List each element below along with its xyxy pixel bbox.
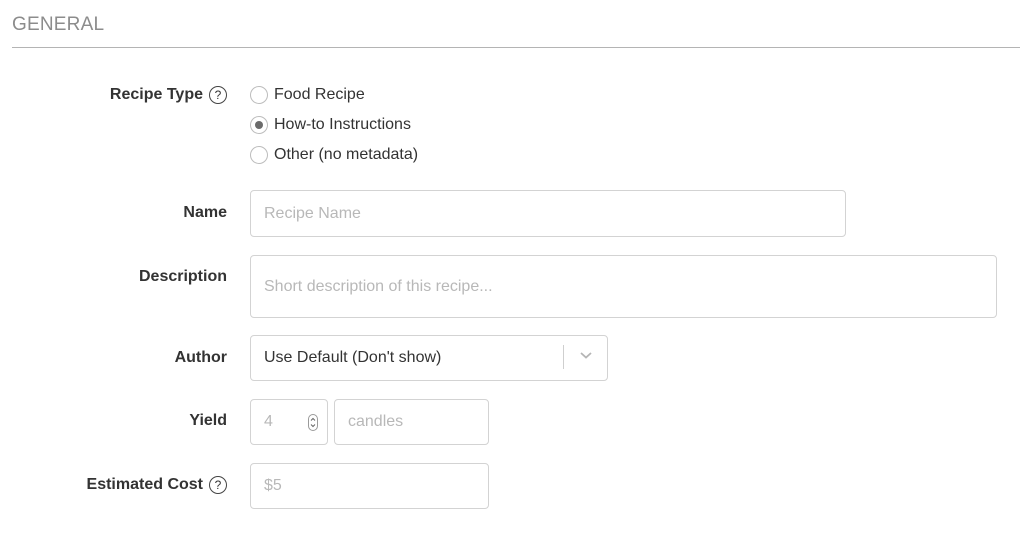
author-selected-value: Use Default (Don't show) bbox=[264, 349, 442, 366]
author-label: Author bbox=[175, 349, 227, 367]
yield-unit-placeholder: candles bbox=[348, 413, 404, 430]
radio-unchecked-icon[interactable] bbox=[250, 86, 268, 104]
description-textarea[interactable]: Short description of this recipe... bbox=[250, 255, 997, 318]
description-label-text: Description bbox=[138, 268, 227, 285]
yield-label: Yield bbox=[189, 412, 227, 430]
number-spinner-icon[interactable] bbox=[308, 414, 318, 431]
estimated-cost-placeholder: $5 bbox=[264, 477, 282, 494]
yield-quantity-placeholder: 4 bbox=[264, 413, 273, 430]
author-select[interactable]: Use Default (Don't show) bbox=[250, 335, 608, 381]
recipe-name-placeholder: Recipe Name bbox=[264, 204, 361, 222]
radio-other-no-metadata[interactable]: Other (no metadata) bbox=[250, 146, 418, 164]
recipe-type-label: Recipe Type ? bbox=[110, 86, 227, 104]
recipe-name-input[interactable]: Recipe Name bbox=[250, 190, 846, 237]
author-label-text: Author bbox=[174, 349, 227, 366]
recipe-type-label-text: Recipe Type bbox=[109, 86, 203, 103]
name-label-text: Name bbox=[183, 204, 227, 221]
estimated-cost-label: Estimated Cost ? bbox=[87, 476, 227, 494]
radio-unchecked-icon[interactable] bbox=[250, 146, 268, 164]
radio-label: How-to Instructions bbox=[274, 116, 411, 133]
yield-label-text: Yield bbox=[189, 412, 227, 429]
chevron-down-icon[interactable] bbox=[579, 350, 593, 360]
radio-how-to-instructions[interactable]: How-to Instructions bbox=[250, 116, 411, 134]
name-label: Name bbox=[183, 204, 227, 222]
radio-food-recipe[interactable]: Food Recipe bbox=[250, 86, 365, 104]
estimated-cost-label-text: Estimated Cost bbox=[86, 476, 203, 493]
yield-quantity-input[interactable]: 4 bbox=[250, 399, 328, 445]
section-title: GENERAL bbox=[12, 14, 105, 35]
radio-label: Other (no metadata) bbox=[274, 146, 419, 163]
radio-label: Food Recipe bbox=[274, 86, 365, 103]
estimated-cost-input[interactable]: $5 bbox=[250, 463, 489, 509]
description-label: Description bbox=[139, 268, 227, 286]
description-placeholder: Short description of this recipe... bbox=[264, 277, 493, 295]
radio-checked-icon[interactable] bbox=[250, 116, 268, 134]
yield-unit-input[interactable]: candles bbox=[334, 399, 489, 445]
help-icon[interactable]: ? bbox=[209, 476, 227, 494]
help-icon[interactable]: ? bbox=[209, 86, 227, 104]
select-separator bbox=[563, 345, 564, 369]
section-divider bbox=[12, 47, 1020, 48]
